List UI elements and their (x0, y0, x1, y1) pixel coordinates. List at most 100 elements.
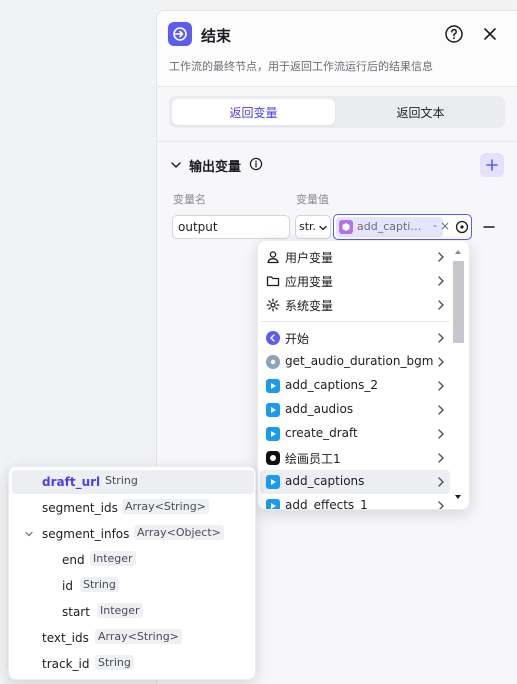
field-name: id (62, 579, 73, 593)
field-row-track-id[interactable]: track_id String (12, 652, 254, 676)
field-name: track_id (42, 657, 90, 671)
field-row-segment-ids[interactable]: segment_ids Array<String> (12, 496, 254, 520)
dropdown-item-create-draft[interactable]: create_draft (260, 422, 450, 446)
dropdown-item-label: 绘画员工1 (285, 452, 341, 466)
variable-name-input[interactable] (172, 215, 290, 239)
reference-chip-label: add_capti… (357, 220, 422, 233)
field-name: draft_url (42, 475, 101, 489)
field-type-badge: Integer (90, 551, 136, 566)
jianying-icon (266, 403, 280, 417)
dropdown-item-label: get_audio_duration_bgm (285, 354, 434, 368)
chevron-right-icon (438, 252, 444, 262)
type-select[interactable]: str. (295, 215, 331, 239)
field-type-badge: Array<String> (95, 629, 182, 644)
gear-icon (266, 298, 280, 312)
dropdown-item-add-captions-2[interactable]: add_captions_2 (260, 374, 450, 398)
minus-icon (483, 226, 495, 228)
jianying-icon (266, 499, 280, 509)
field-type-badge: String (102, 473, 141, 488)
field-name: end (62, 553, 85, 567)
plugin-icon (266, 355, 280, 369)
chevron-right-icon (438, 276, 444, 286)
plus-icon (486, 159, 498, 171)
jianying-icon (266, 475, 280, 489)
chevron-right-icon (438, 381, 444, 391)
field-row-start[interactable]: start Integer (12, 600, 254, 624)
field-name: segment_infos (42, 527, 130, 541)
type-select-value: str. (299, 220, 317, 233)
dropdown-item-painter[interactable]: 绘画员工1 (260, 446, 450, 470)
dropdown-item-label: add_captions_2 (285, 378, 379, 392)
dropdown-item-label: 系统变量 (285, 299, 334, 313)
field-type-badge: String (80, 577, 119, 592)
panel-title: 结束 (201, 27, 232, 45)
field-row-end[interactable]: end Integer (12, 548, 254, 572)
dropdown-item-label: 开始 (285, 332, 310, 346)
field-type-badge: Array<Object> (134, 525, 224, 540)
chevron-right-icon (438, 357, 444, 367)
col-label-value: 变量值 (296, 193, 329, 206)
dropdown-item-add-effects-1[interactable]: add_effects_1 (260, 494, 450, 510)
dropdown-item-label: add_effects_1 (285, 498, 368, 510)
dropdown-item-user-variables[interactable]: 用户变量 (260, 245, 450, 269)
target-icon[interactable] (455, 220, 469, 234)
chevron-down-icon[interactable] (169, 158, 183, 172)
output-fields-submenu: draft_url String segment_ids Array<Strin… (8, 466, 256, 680)
field-row-draft-url[interactable]: draft_url String (12, 470, 254, 494)
dropdown-item-label: create_draft (285, 426, 358, 440)
help-icon[interactable] (444, 24, 464, 44)
field-type-badge: Array<String> (122, 499, 209, 514)
divider (157, 86, 517, 87)
scroll-down-icon[interactable] (454, 494, 462, 500)
field-row-id[interactable]: id String (12, 574, 254, 598)
scrollbar-thumb[interactable] (453, 261, 464, 343)
close-icon[interactable] (480, 24, 500, 44)
add-output-button[interactable] (480, 153, 504, 177)
tab-return-variables[interactable]: 返回变量 (172, 99, 335, 125)
variable-picker-dropdown: 用户变量 应用变量 系统变量 开始 get_audio_duration_bgm… (257, 240, 470, 510)
user-icon (267, 251, 279, 264)
output-section-title: 输出变量 (189, 160, 242, 175)
dropdown-item-add-audios[interactable]: add_audios (260, 398, 450, 422)
field-row-segment-infos[interactable]: segment_infos Array<Object> (12, 522, 254, 546)
jianying-icon (266, 379, 280, 393)
chevron-right-icon (438, 477, 444, 487)
folder-icon (266, 276, 280, 287)
chevron-down-icon (319, 225, 327, 231)
chevron-down-icon[interactable] (24, 529, 34, 539)
return-mode-tabs: 返回变量 返回文本 (169, 96, 505, 128)
dropdown-item-get-audio-duration[interactable]: get_audio_duration_bgm (260, 350, 450, 374)
field-type-badge: String (95, 655, 134, 670)
tab-return-text[interactable]: 返回文本 (339, 99, 502, 125)
dropdown-divider (260, 321, 450, 322)
divider (157, 141, 517, 142)
chevron-right-icon (438, 429, 444, 439)
info-icon[interactable] (249, 157, 263, 171)
chevron-right-icon (438, 501, 444, 509)
col-label-name: 变量名 (173, 193, 206, 206)
field-name: start (62, 605, 90, 619)
variable-value-reference[interactable]: add_capti… - × (333, 214, 472, 240)
start-node-icon (266, 331, 280, 345)
end-node-icon (168, 22, 192, 46)
dropdown-item-label: 应用变量 (285, 275, 334, 289)
chevron-right-icon (438, 405, 444, 415)
dropdown-item-label: add_audios (285, 402, 354, 416)
dropdown-item-label: add_captions (285, 474, 365, 488)
dropdown-item-add-captions[interactable]: add_captions (260, 470, 450, 494)
dropdown-item-app-variables[interactable]: 应用变量 (260, 269, 450, 293)
remove-output-button[interactable] (481, 219, 497, 235)
field-name: text_ids (42, 631, 89, 645)
dropdown-item-start-node[interactable]: 开始 (260, 326, 450, 350)
panel-description: 工作流的最终节点，用于返回工作流运行后的结果信息 (169, 60, 433, 73)
chevron-right-icon (438, 453, 444, 463)
scroll-up-icon[interactable] (454, 249, 462, 255)
chevron-right-icon (438, 300, 444, 310)
clear-reference-icon[interactable]: × (439, 219, 451, 233)
chevron-right-icon (438, 333, 444, 343)
field-row-text-ids[interactable]: text_ids Array<String> (12, 626, 254, 650)
dropdown-item-system-variables[interactable]: 系统变量 (260, 293, 450, 317)
field-type-badge: Integer (97, 603, 143, 618)
panel-header: 结束 工作流的最终节点，用于返回工作流运行后的结果信息 (157, 11, 517, 86)
reference-chip-dash: - (433, 219, 437, 232)
